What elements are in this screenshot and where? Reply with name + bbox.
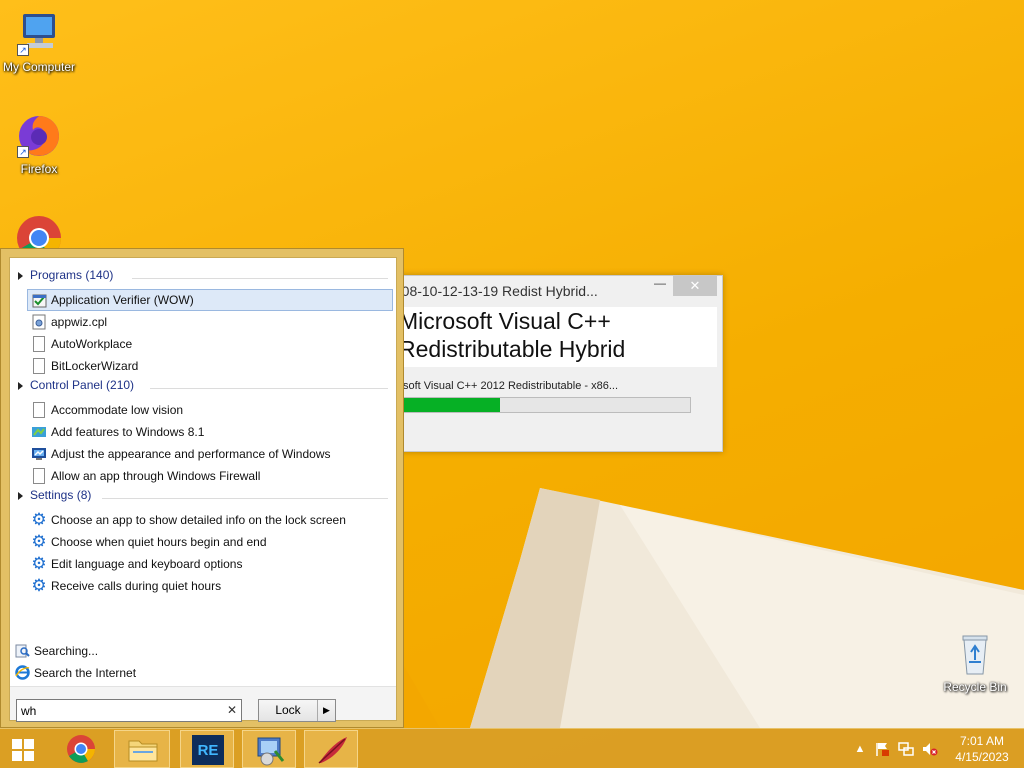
cpl-file-icon [31, 314, 47, 330]
installer-headline-line2: Redistributable Hybrid [399, 336, 626, 362]
installer-status-text: soft Visual C++ 2012 Redistributable - x… [403, 380, 619, 392]
installer-icon [257, 737, 285, 766]
result-adjust-appearance[interactable]: Adjust the appearance and performance of… [27, 443, 393, 465]
lock-button[interactable]: Lock [259, 700, 317, 721]
clear-search-icon[interactable]: ✕ [227, 703, 237, 717]
expand-arrow-icon [18, 271, 23, 280]
result-bitlockerwizard[interactable]: BitLockerWizard [27, 355, 393, 377]
chrome-icon [67, 735, 95, 763]
installer-headline-line1: Microsoft Visual C++ [399, 308, 611, 334]
divider [102, 498, 388, 499]
computer-icon: ↗ [15, 10, 63, 58]
app-verifier-icon [32, 293, 48, 309]
document-icon [33, 402, 45, 418]
start-button[interactable] [2, 731, 46, 768]
searching-status: Searching... [14, 640, 384, 662]
minimize-button[interactable]: — [647, 276, 673, 296]
desktop-icon-my-computer[interactable]: ↗ My Computer [0, 10, 78, 74]
result-edit-language[interactable]: ⚙ Edit language and keyboard options [27, 553, 393, 575]
power-options-arrow-icon[interactable]: ▶ [317, 700, 335, 721]
start-menu: Programs (140) Application Verifier (WOW… [0, 248, 404, 728]
expand-arrow-icon [18, 381, 23, 390]
desktop-icon-label: My Computer [2, 60, 76, 74]
power-button-group: Lock ▶ [258, 699, 336, 722]
desktop-icon-recycle-bin[interactable]: Recycle Bin [936, 630, 1014, 694]
taskbar-installer[interactable] [242, 730, 296, 768]
group-header-settings[interactable]: Settings (8) [18, 488, 388, 508]
search-box[interactable]: ✕ [16, 699, 242, 722]
volume-muted-icon[interactable] [922, 741, 938, 757]
action-center-flag-icon[interactable] [874, 741, 890, 757]
result-receive-calls[interactable]: ⚙ Receive calls during quiet hours [27, 575, 393, 597]
expand-arrow-icon [18, 491, 23, 500]
search-results: Programs (140) Application Verifier (WOW… [10, 258, 396, 686]
taskbar-file-explorer[interactable] [114, 730, 170, 768]
gear-icon: ⚙ [31, 554, 47, 573]
recycle-bin-icon [951, 630, 999, 678]
document-icon [33, 358, 45, 374]
desktop-icon-label: Recycle Bin [943, 680, 1007, 694]
performance-icon [31, 446, 47, 462]
network-icon[interactable] [898, 741, 914, 757]
result-allow-app-firewall[interactable]: Allow an app through Windows Firewall [27, 465, 393, 487]
firefox-icon: ↗ [15, 112, 63, 160]
search-index-icon [15, 643, 30, 658]
group-header-control-panel[interactable]: Control Panel (210) [18, 378, 388, 398]
document-icon [33, 336, 45, 352]
result-add-features[interactable]: Add features to Windows 8.1 [27, 421, 393, 443]
system-tray: ▲ 7:01 AM 4/15/2023 [848, 729, 1024, 768]
start-menu-panel: Programs (140) Application Verifier (WOW… [9, 257, 397, 722]
result-choose-quiet-hours[interactable]: ⚙ Choose when quiet hours begin and end [27, 531, 393, 553]
taskbar-repack[interactable]: RE [180, 730, 234, 768]
result-appwiz-cpl[interactable]: appwiz.cpl [27, 311, 393, 333]
close-button[interactable]: ✕ [673, 276, 717, 296]
start-menu-bottom-bar: ✕ Lock ▶ [10, 686, 396, 722]
show-hidden-icons-arrow-icon[interactable]: ▲ [852, 741, 868, 757]
taskbar-chrome[interactable] [58, 730, 104, 768]
taskbar-feather-app[interactable] [304, 730, 358, 768]
search-input[interactable] [17, 700, 217, 721]
desktop-icon-firefox[interactable]: ↗ Firefox [0, 112, 78, 176]
folder-icon [128, 740, 158, 762]
result-choose-app-lock-screen[interactable]: ⚙ Choose an app to show detailed info on… [27, 509, 393, 531]
taskbar: RE ▲ 7:01 AM 4/15/2023 [0, 728, 1024, 768]
shortcut-arrow-icon: ↗ [17, 44, 29, 56]
installer-progress-bar [401, 397, 691, 413]
document-icon [33, 468, 45, 484]
desktop-icon-label: Firefox [20, 162, 58, 176]
result-application-verifier[interactable]: Application Verifier (WOW) [27, 289, 393, 311]
clock[interactable]: 7:01 AM 4/15/2023 [948, 733, 1016, 765]
shortcut-arrow-icon: ↗ [17, 146, 29, 158]
repack-icon: RE [192, 735, 224, 765]
add-features-icon [31, 424, 47, 440]
installer-header: Microsoft Visual C++ Redistributable Hyb… [397, 307, 717, 367]
installer-title: -08-10-12-13-19 Redist Hybrid... [397, 283, 598, 299]
gear-icon: ⚙ [31, 510, 47, 529]
result-autoworkplace[interactable]: AutoWorkplace [27, 333, 393, 355]
divider [150, 388, 388, 389]
installer-window[interactable]: -08-10-12-13-19 Redist Hybrid... — ✕ Mic… [396, 275, 723, 452]
svg-text:RE: RE [198, 742, 219, 759]
result-accommodate-low-vision[interactable]: Accommodate low vision [27, 399, 393, 421]
windows-logo-icon [12, 739, 34, 761]
internet-explorer-icon [15, 665, 30, 680]
group-header-programs[interactable]: Programs (140) [18, 268, 388, 288]
gear-icon: ⚙ [31, 576, 47, 595]
installer-titlebar[interactable]: -08-10-12-13-19 Redist Hybrid... — ✕ [397, 276, 722, 306]
clock-date: 4/15/2023 [955, 750, 1009, 764]
divider [132, 278, 388, 279]
search-the-internet-link[interactable]: Search the Internet [14, 662, 384, 684]
gear-icon: ⚙ [31, 532, 47, 551]
clock-time: 7:01 AM [959, 734, 1005, 748]
feather-icon [318, 737, 347, 764]
progress-fill [402, 398, 500, 412]
